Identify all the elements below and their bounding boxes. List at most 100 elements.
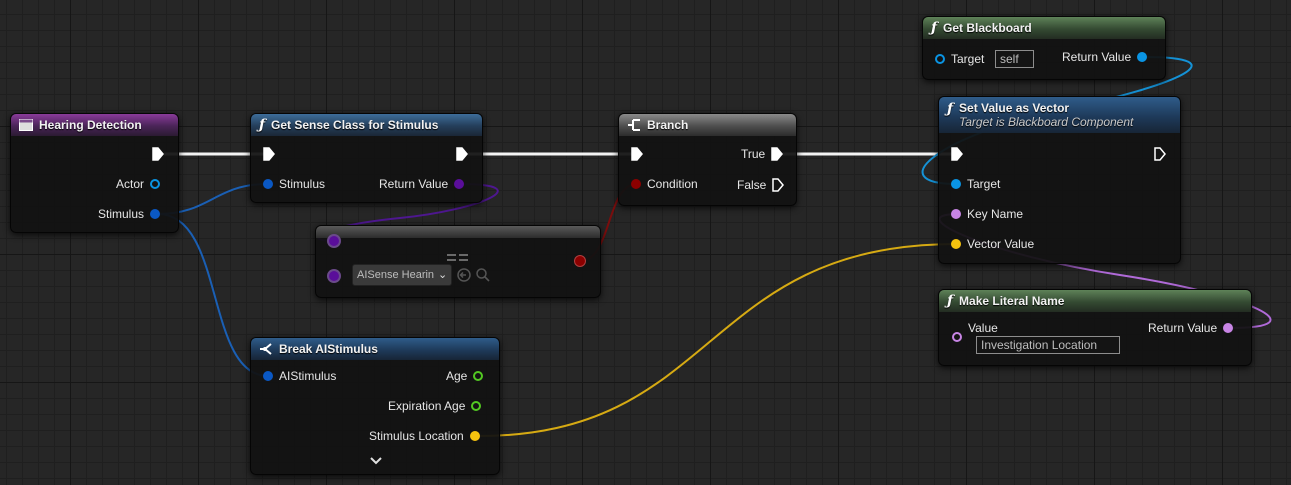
bool-out-pin[interactable] bbox=[575, 253, 585, 269]
function-icon: ƒ bbox=[259, 117, 266, 133]
pin-label: Target bbox=[967, 177, 1001, 191]
class-a-pin[interactable] bbox=[329, 233, 339, 249]
pin-label: Return Value bbox=[379, 177, 449, 191]
function-icon: ƒ bbox=[931, 20, 938, 36]
age-pin[interactable]: Age bbox=[446, 368, 484, 384]
pin-label: Expiration Age bbox=[388, 399, 466, 413]
pin-label: False bbox=[737, 178, 767, 192]
exec-out-pin[interactable] bbox=[456, 146, 468, 162]
node-title: Branch bbox=[647, 118, 689, 132]
function-icon: ƒ bbox=[947, 101, 954, 117]
object-pin-icon bbox=[951, 179, 961, 189]
object-pin-icon bbox=[150, 179, 161, 189]
vector-pin-icon bbox=[469, 431, 480, 441]
node-get-blackboard[interactable]: ƒ Get Blackboard bbox=[922, 16, 1166, 80]
exec-pin-icon bbox=[152, 147, 164, 161]
event-icon bbox=[19, 119, 33, 131]
exec-in-pin[interactable] bbox=[263, 146, 275, 162]
exec-pin-icon bbox=[263, 147, 275, 161]
bool-pin-icon bbox=[575, 256, 585, 266]
struct-pin-icon bbox=[150, 209, 161, 219]
node-subtitle: Target is Blackboard Component bbox=[959, 115, 1134, 129]
target-self-field[interactable]: self bbox=[995, 50, 1034, 68]
name-pin-icon bbox=[1223, 323, 1234, 333]
pin-label: Stimulus Location bbox=[369, 429, 464, 443]
exec-pin-icon bbox=[771, 147, 784, 161]
aistimulus-in-pin[interactable]: AIStimulus bbox=[263, 368, 336, 384]
key-name-pin[interactable]: Key Name bbox=[951, 206, 1023, 222]
node-title: Get Blackboard bbox=[943, 21, 1032, 35]
node-title: Hearing Detection bbox=[39, 118, 142, 132]
function-icon: ƒ bbox=[947, 293, 954, 309]
name-pin-icon bbox=[951, 209, 961, 219]
pin-label: Return Value bbox=[1062, 50, 1132, 64]
pin-label: Key Name bbox=[967, 207, 1024, 221]
target-pin[interactable]: Target bbox=[951, 176, 1000, 192]
stimulus-in-pin[interactable]: Stimulus bbox=[263, 176, 325, 192]
pin-label: Stimulus bbox=[98, 207, 145, 221]
true-exec-pin[interactable]: True bbox=[741, 146, 784, 162]
class-pin-icon bbox=[329, 236, 339, 246]
node-header: ƒ Get Sense Class for Stimulus bbox=[251, 114, 482, 136]
stimulus-location-pin[interactable]: Stimulus Location bbox=[369, 428, 480, 444]
expand-chevron-icon[interactable] bbox=[369, 454, 383, 469]
object-pin-icon bbox=[935, 54, 945, 64]
pin-label: True bbox=[741, 147, 766, 161]
return-value-pin[interactable]: Return Value bbox=[1148, 320, 1234, 336]
name-value-field[interactable]: Investigation Location bbox=[976, 336, 1120, 354]
float-pin-icon bbox=[473, 371, 484, 381]
pin-label: AIStimulus bbox=[279, 369, 337, 383]
break-struct-icon bbox=[259, 343, 273, 355]
exec-pin-icon bbox=[456, 147, 468, 161]
node-header: ƒ Get Blackboard bbox=[923, 17, 1165, 39]
pin-label: Value bbox=[968, 321, 998, 335]
stimulus-out-pin[interactable]: Stimulus bbox=[98, 206, 161, 222]
branch-icon bbox=[627, 118, 641, 132]
node-header bbox=[316, 226, 600, 238]
node-title: Set Value as Vector bbox=[959, 101, 1070, 115]
condition-pin[interactable]: Condition bbox=[631, 176, 698, 192]
browse-asset-icon[interactable] bbox=[476, 268, 490, 285]
node-header: ƒ Set Value as Vector Target is Blackboa… bbox=[939, 97, 1180, 133]
actor-pin[interactable]: Actor bbox=[116, 176, 161, 192]
exec-in-pin[interactable] bbox=[951, 146, 963, 162]
node-title: Break AIStimulus bbox=[279, 342, 378, 356]
pin-label: Stimulus bbox=[279, 177, 326, 191]
equal-icon bbox=[446, 252, 470, 268]
vector-value-pin[interactable]: Vector Value bbox=[951, 236, 1034, 252]
pin-label: Return Value bbox=[1148, 321, 1218, 335]
pin-label: Vector Value bbox=[967, 237, 1035, 251]
pin-label: Age bbox=[446, 369, 468, 383]
value-pin[interactable]: Value bbox=[952, 320, 998, 342]
pin-label: Condition bbox=[647, 177, 698, 191]
select-value: AISense Hearin bbox=[357, 269, 435, 281]
class-pin-icon bbox=[454, 179, 465, 189]
pin-label: Target bbox=[951, 52, 985, 66]
node-header: Branch bbox=[619, 114, 796, 136]
vector-pin-icon bbox=[951, 239, 961, 249]
sense-class-select[interactable]: AISense Hearin ⌄ bbox=[352, 264, 453, 286]
exec-out-pin[interactable] bbox=[152, 146, 164, 162]
exec-pin-icon bbox=[951, 147, 963, 161]
target-pin[interactable]: Target bbox=[935, 51, 984, 67]
exec-pin-icon bbox=[772, 178, 785, 192]
use-selected-asset-icon[interactable] bbox=[457, 268, 471, 285]
node-title: Make Literal Name bbox=[959, 294, 1065, 308]
exec-pin-icon bbox=[1154, 147, 1166, 161]
node-header: Break AIStimulus bbox=[251, 338, 499, 360]
false-exec-pin[interactable]: False bbox=[737, 177, 785, 193]
chevron-down-icon: ⌄ bbox=[438, 269, 448, 281]
struct-pin-icon bbox=[263, 179, 273, 189]
return-value-pin[interactable]: Return Value bbox=[379, 176, 465, 192]
node-header: ƒ Make Literal Name bbox=[939, 290, 1251, 312]
exec-out-pin[interactable] bbox=[1154, 146, 1166, 162]
pin-label: Actor bbox=[116, 177, 145, 191]
float-pin-icon bbox=[471, 401, 482, 411]
exec-pin-icon bbox=[631, 147, 643, 161]
exec-in-pin[interactable] bbox=[631, 146, 643, 162]
return-value-pin[interactable]: Return Value bbox=[1062, 49, 1148, 65]
class-b-pin[interactable] bbox=[329, 268, 339, 284]
expiration-age-pin[interactable]: Expiration Age bbox=[388, 398, 482, 414]
struct-pin-icon bbox=[263, 371, 273, 381]
object-pin-icon bbox=[1137, 52, 1148, 62]
